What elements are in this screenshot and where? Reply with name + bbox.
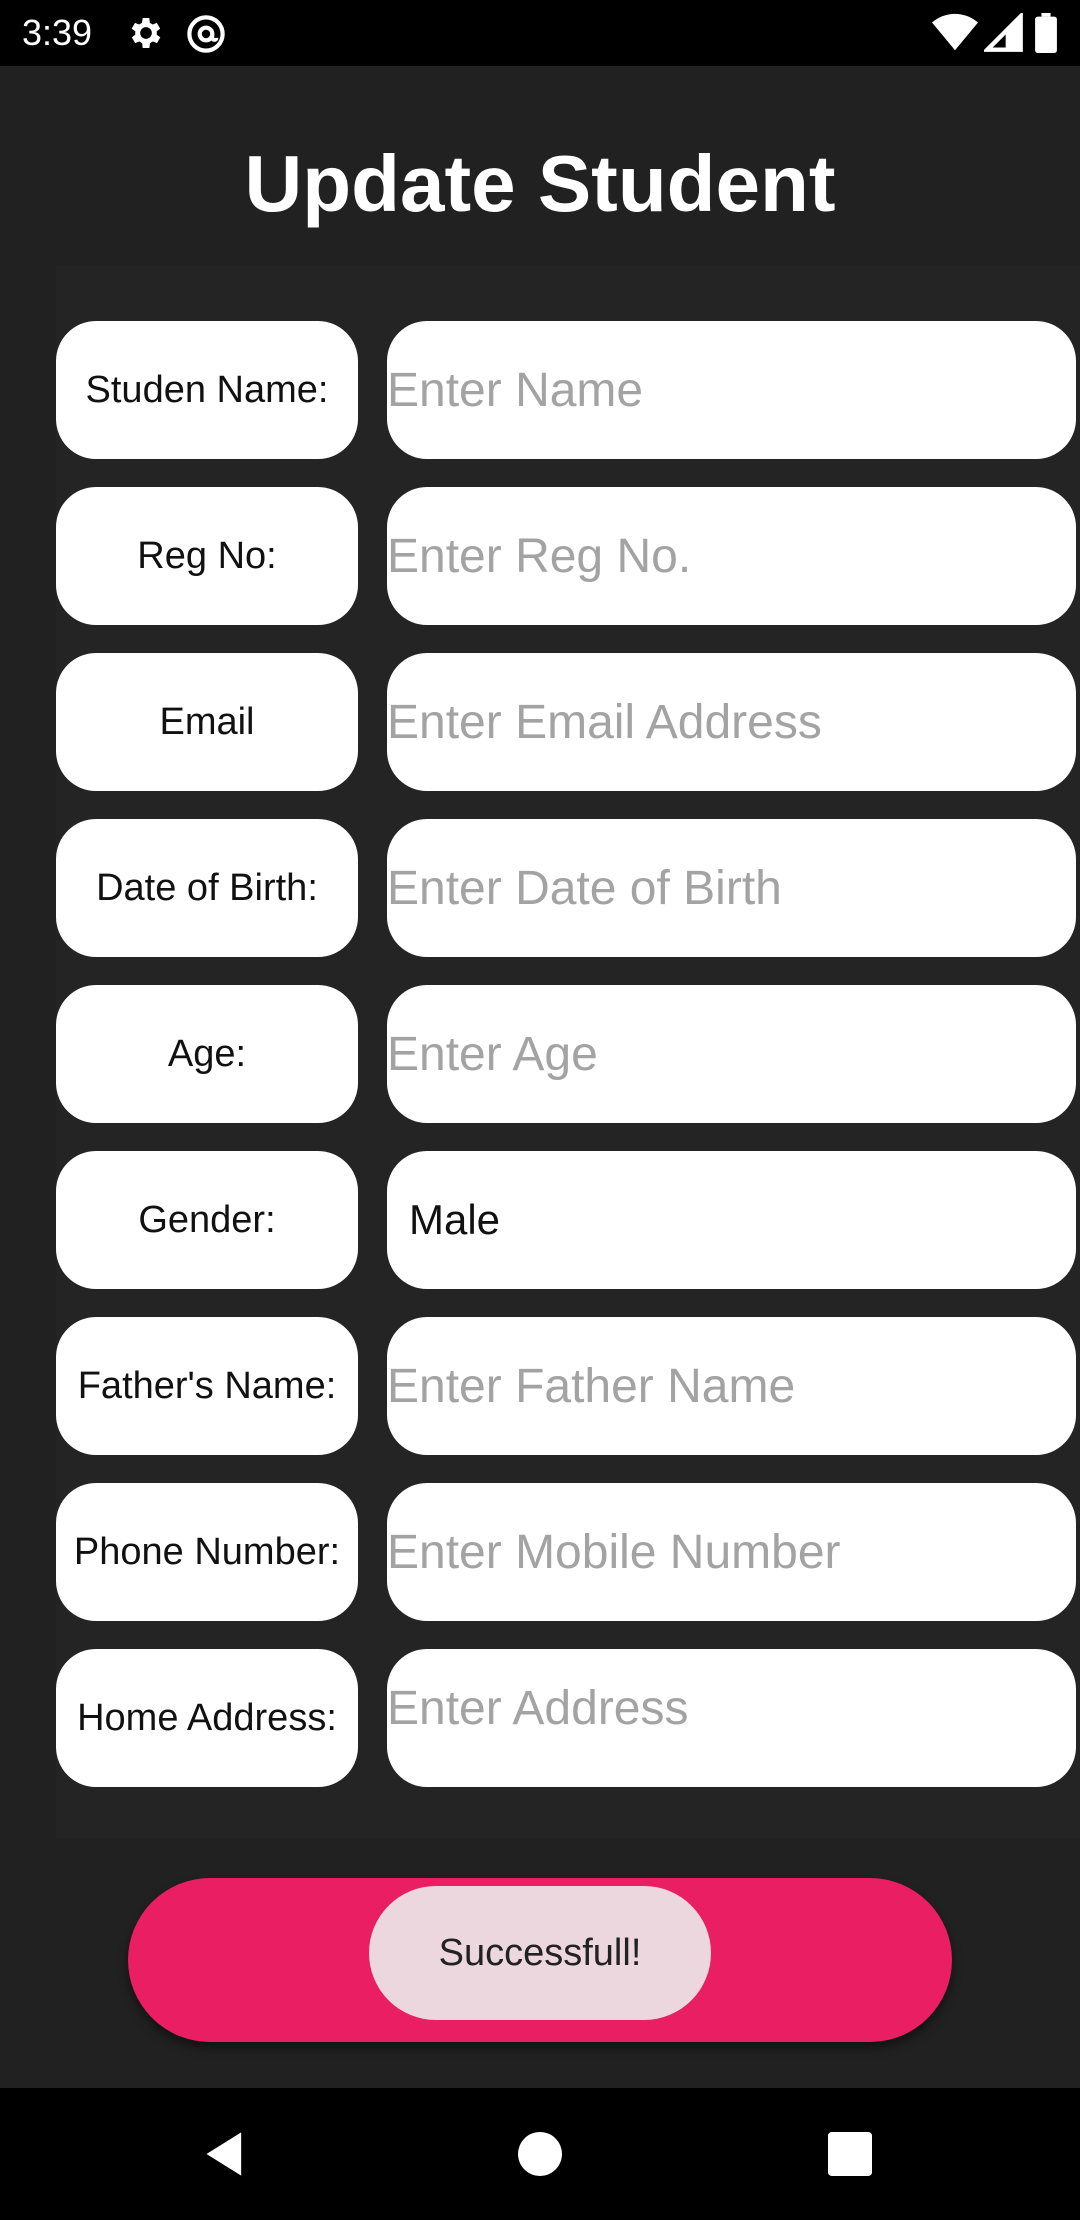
gender-input[interactable]: Male: [387, 1151, 1076, 1289]
form-row-age: Age: Enter Age: [56, 985, 1080, 1123]
student-name-input[interactable]: Enter Name: [387, 321, 1076, 459]
status-bar: 3:39: [0, 0, 1080, 66]
father-name-label: Father's Name:: [56, 1317, 358, 1455]
form-row-gender: Gender: Male: [56, 1151, 1080, 1289]
back-icon[interactable]: [200, 2128, 252, 2180]
date-of-birth-label: Date of Birth:: [56, 819, 358, 957]
page-title: Update Student: [244, 139, 836, 228]
recents-icon[interactable]: [828, 2132, 872, 2176]
home-icon[interactable]: [518, 2132, 562, 2176]
reg-no-label: Reg No:: [56, 487, 358, 625]
form-row-father-name: Father's Name: Enter Father Name: [56, 1317, 1080, 1455]
age-input[interactable]: Enter Age: [387, 985, 1076, 1123]
success-toast: Successfull!: [369, 1886, 711, 2020]
phone-number-label: Phone Number:: [56, 1483, 358, 1621]
student-form: Studen Name: Enter Name Reg No: Enter Re…: [56, 266, 1080, 1838]
form-row-date-of-birth: Date of Birth: Enter Date of Birth: [56, 819, 1080, 957]
status-time: 3:39: [22, 12, 93, 53]
home-address-input[interactable]: Enter Address: [387, 1649, 1076, 1787]
gear-icon: [131, 18, 161, 48]
date-of-birth-input[interactable]: Enter Date of Birth: [387, 819, 1076, 957]
form-row-reg-no: Reg No: Enter Reg No.: [56, 487, 1080, 625]
navigation-bar: [0, 2088, 1080, 2220]
battery-icon: [1035, 13, 1057, 53]
form-row-phone-number: Phone Number: Enter Mobile Number: [56, 1483, 1080, 1621]
form-row-home-address: Home Address: Enter Address: [56, 1649, 1080, 1787]
phone-number-input[interactable]: Enter Mobile Number: [387, 1483, 1076, 1621]
age-label: Age:: [56, 985, 358, 1123]
signal-icon: [984, 13, 1023, 52]
form-row-email: Email Enter Email Address: [56, 653, 1080, 791]
email-label: Email: [56, 653, 358, 791]
reg-no-input[interactable]: Enter Reg No.: [387, 487, 1076, 625]
home-address-label: Home Address:: [56, 1649, 358, 1787]
app-screen: Update Student Studen Name: Enter Name R…: [0, 66, 1080, 2088]
wifi-icon: [932, 13, 978, 51]
student-name-label: Studen Name:: [56, 321, 358, 459]
email-input[interactable]: Enter Email Address: [387, 653, 1076, 791]
form-row-student-name: Studen Name: Enter Name: [56, 321, 1080, 459]
at-sign-icon: [187, 15, 225, 53]
father-name-input[interactable]: Enter Father Name: [387, 1317, 1076, 1455]
gender-label: Gender:: [56, 1151, 358, 1289]
